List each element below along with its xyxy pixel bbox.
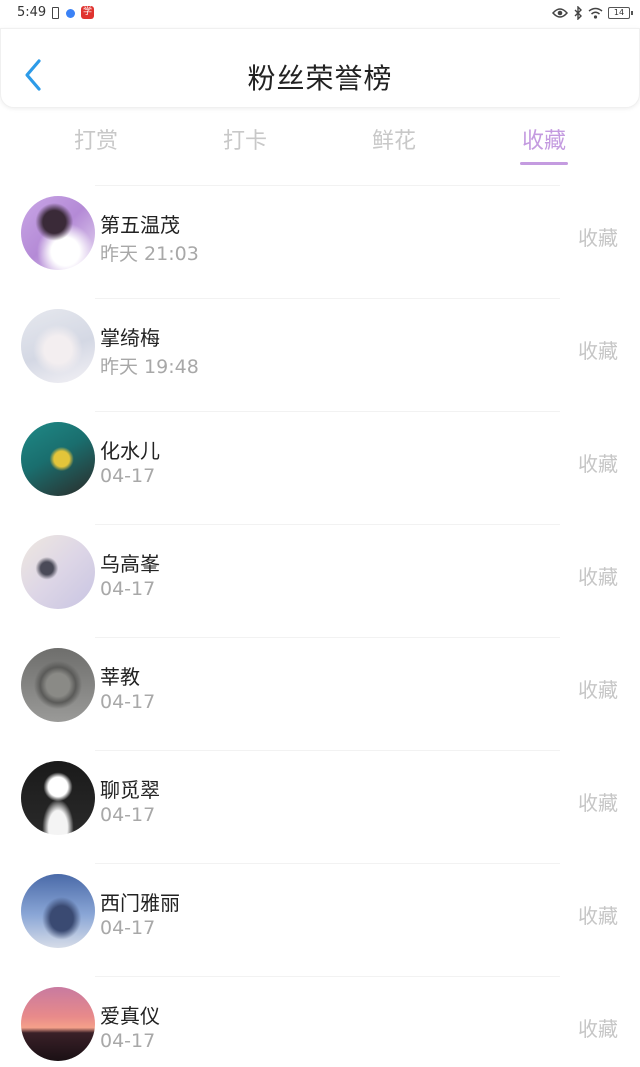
favorite-label: 收藏 [578, 791, 618, 815]
avatar [21, 196, 95, 270]
fan-time: 04-17 [100, 804, 156, 826]
fan-time: 04-17 [100, 917, 156, 939]
favorite-label: 收藏 [578, 678, 618, 702]
favorite-label: 收藏 [578, 904, 618, 928]
row-divider [95, 750, 560, 751]
fan-list: 第五温茂 昨天 21:03 收藏 掌绮梅 昨天 19:48 收藏 化水儿 04-… [0, 185, 640, 1067]
tab-reward[interactable]: 打赏 [56, 123, 136, 155]
tab-flowers[interactable]: 鲜花 [354, 123, 434, 155]
row-divider [95, 524, 560, 525]
battery-icon: 14 [608, 7, 633, 19]
status-bar: 5:49 学 14 [0, 0, 640, 28]
fan-name: 西门雅丽 [100, 891, 180, 915]
status-time: 5:49 [17, 5, 47, 20]
app-notification-icon [66, 9, 75, 18]
fan-row[interactable]: 莘教 04-17 收藏 [0, 637, 640, 750]
eye-icon [552, 8, 568, 18]
favorite-label: 收藏 [578, 226, 618, 250]
wifi-icon [588, 7, 603, 19]
avatar [21, 309, 95, 383]
row-divider [95, 863, 560, 864]
favorite-label: 收藏 [578, 452, 618, 476]
fan-time: 昨天 21:03 [100, 243, 199, 265]
status-right-icons: 14 [552, 5, 633, 21]
fan-row[interactable]: 聊觅翠 04-17 收藏 [0, 750, 640, 863]
favorite-label: 收藏 [578, 339, 618, 363]
fan-row[interactable]: 乌高峯 04-17 收藏 [0, 524, 640, 637]
avatar [21, 761, 95, 835]
favorite-label: 收藏 [578, 1017, 618, 1041]
tab-bar: 打赏 打卡 鲜花 收藏 [0, 118, 640, 168]
fan-row[interactable]: 第五温茂 昨天 21:03 收藏 [0, 185, 640, 298]
row-divider [95, 185, 560, 186]
header-bar: 粉丝荣誉榜 [0, 28, 640, 108]
bluetooth-icon [574, 6, 582, 20]
page-title: 粉丝荣誉榜 [247, 62, 393, 95]
fan-row[interactable]: 掌绮梅 昨天 19:48 收藏 [0, 298, 640, 411]
active-tab-indicator [520, 162, 568, 165]
fan-name: 乌高峯 [100, 552, 160, 576]
fan-row[interactable]: 爱真仪 04-17 收藏 [0, 976, 640, 1067]
row-divider [95, 298, 560, 299]
fan-row[interactable]: 化水儿 04-17 收藏 [0, 411, 640, 524]
fan-name: 莘教 [100, 665, 140, 689]
fan-row[interactable]: 西门雅丽 04-17 收藏 [0, 863, 640, 976]
row-divider [95, 976, 560, 977]
fan-name: 第五温茂 [100, 213, 180, 237]
fan-time: 昨天 19:48 [100, 356, 199, 378]
avatar [21, 987, 95, 1061]
fan-name: 聊觅翠 [100, 778, 160, 802]
fan-name: 爱真仪 [100, 1004, 160, 1028]
fan-time: 04-17 [100, 691, 156, 713]
learning-app-icon: 学 [81, 6, 94, 19]
fan-time: 04-17 [100, 465, 156, 487]
fan-time: 04-17 [100, 578, 156, 600]
fan-time: 04-17 [100, 1030, 156, 1052]
avatar [21, 535, 95, 609]
row-divider [95, 411, 560, 412]
row-divider [95, 637, 560, 638]
fan-name: 化水儿 [100, 439, 160, 463]
avatar [21, 874, 95, 948]
avatar [21, 422, 95, 496]
tab-favorites[interactable]: 收藏 [504, 123, 584, 155]
tab-checkin[interactable]: 打卡 [205, 123, 285, 155]
fan-name: 掌绮梅 [100, 326, 160, 350]
sim-card-icon [52, 7, 59, 19]
avatar [21, 648, 95, 722]
favorite-label: 收藏 [578, 565, 618, 589]
